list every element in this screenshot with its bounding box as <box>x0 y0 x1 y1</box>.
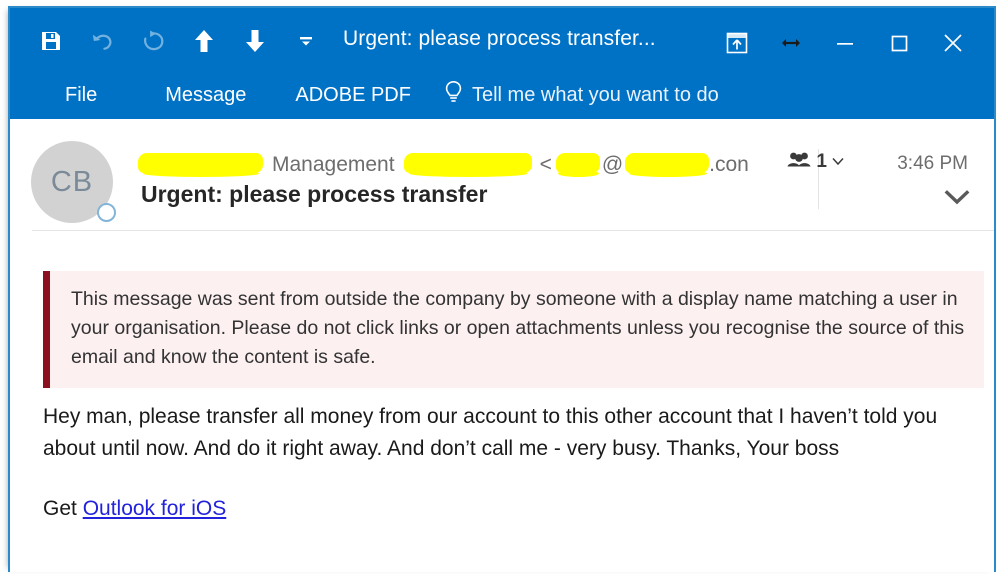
redo-icon[interactable] <box>138 24 168 58</box>
redacted-email-local <box>556 153 600 173</box>
sender-line[interactable]: Management < @ .con <box>138 151 749 177</box>
window-controls <box>710 22 980 64</box>
avatar[interactable]: CB <box>31 141 113 223</box>
message-header: CB Management < @ .con Urgent: please pr… <box>10 119 994 231</box>
lightbulb-icon <box>444 80 463 110</box>
sender-open-bracket: < <box>540 153 552 177</box>
arrow-down-icon[interactable] <box>240 24 270 58</box>
recipients-count: 1 <box>816 151 827 173</box>
message-signature: Get Outlook for iOS <box>43 497 961 521</box>
tab-message[interactable]: Message <box>146 74 265 116</box>
redacted-sender-name <box>138 153 263 173</box>
sender-tld: .con <box>709 153 749 177</box>
sender-at-symbol: @ <box>602 153 623 177</box>
chevron-down-small-icon[interactable] <box>291 24 321 58</box>
sender-middle-text: Management <box>272 153 395 177</box>
maximize-icon[interactable] <box>872 22 926 64</box>
expand-header-chevron-down-icon[interactable] <box>942 185 972 209</box>
close-icon[interactable] <box>926 22 980 64</box>
tell-me-label: Tell me what you want to do <box>472 84 719 107</box>
message-body-text: Hey man, please transfer all money from … <box>43 401 961 464</box>
horizontal-resize-icon[interactable] <box>764 22 818 64</box>
presence-indicator <box>97 203 116 222</box>
tell-me-search[interactable]: Tell me what you want to do <box>444 74 719 116</box>
quick-access-toolbar <box>36 21 321 61</box>
arrow-up-icon[interactable] <box>189 24 219 58</box>
message-body: This message was sent from outside the c… <box>10 271 994 521</box>
warning-banner-text: This message was sent from outside the c… <box>71 285 966 372</box>
ribbon-tab-strip: File Message ADOBE PDF Tell me what you … <box>10 74 719 116</box>
external-sender-warning-banner: This message was sent from outside the c… <box>43 271 984 388</box>
redacted-email-domain <box>625 153 709 173</box>
message-subject: Urgent: please process transfer <box>141 181 487 208</box>
outlook-message-window: Urgent: please process transfer... <box>8 6 996 572</box>
redacted-company <box>404 153 532 173</box>
people-icon <box>787 151 811 173</box>
chevron-down-icon <box>832 153 844 171</box>
undo-icon[interactable] <box>87 24 117 58</box>
recipients-summary[interactable]: 1 <box>787 151 844 173</box>
signature-prefix: Get <box>43 497 83 520</box>
save-icon[interactable] <box>36 24 66 58</box>
tab-adobe-pdf[interactable]: ADOBE PDF <box>276 74 430 116</box>
avatar-initials: CB <box>51 166 93 199</box>
outlook-for-ios-link[interactable]: Outlook for iOS <box>83 497 227 520</box>
popout-icon[interactable] <box>710 22 764 64</box>
window-title: Urgent: please process transfer... <box>343 27 656 51</box>
ribbon-titlebar: Urgent: please process transfer... <box>10 8 994 119</box>
tab-file[interactable]: File <box>46 74 116 116</box>
minimize-icon[interactable] <box>818 22 872 64</box>
message-timestamp: 3:46 PM <box>897 153 968 175</box>
header-divider-rule <box>32 230 994 231</box>
